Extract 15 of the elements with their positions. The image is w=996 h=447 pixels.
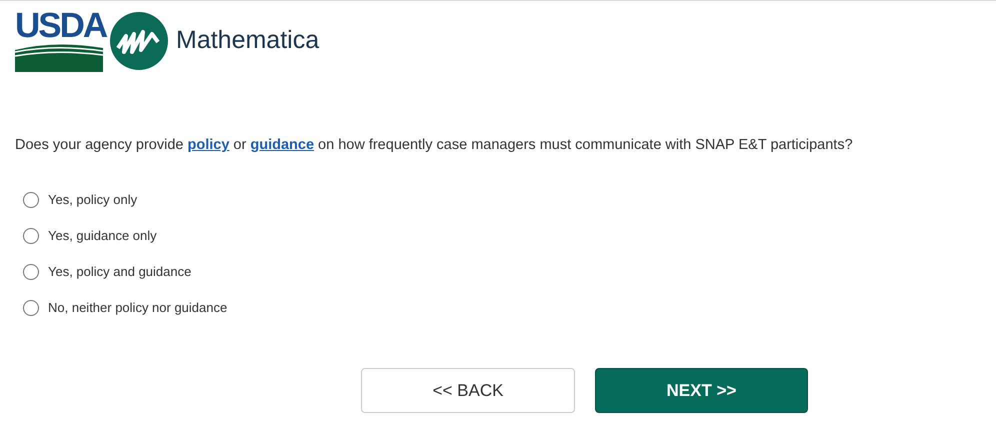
option-label[interactable]: Yes, policy only [48,190,138,210]
next-button[interactable]: NEXT >> [595,368,808,413]
definition-link[interactable]: guidance [250,137,314,153]
option-label[interactable]: Yes, policy and guidance [48,262,192,282]
radio-button[interactable] [23,300,39,316]
radio-button[interactable] [23,192,39,208]
option-label[interactable]: Yes, guidance only [48,226,157,246]
question-text: Does your agency provide policy or guidance on how frequently case managers must communicate with SNAP E&T participants? [15,136,854,155]
option-label[interactable]: No, neither policy nor guidance [48,298,228,318]
m-wave-logo-icon [110,12,168,70]
back-button[interactable]: << BACK [361,368,575,413]
radio-button[interactable] [23,264,39,280]
brand-name: Mathematica [176,25,320,56]
radio-button[interactable] [23,228,39,244]
definition-link[interactable]: policy [188,137,230,153]
